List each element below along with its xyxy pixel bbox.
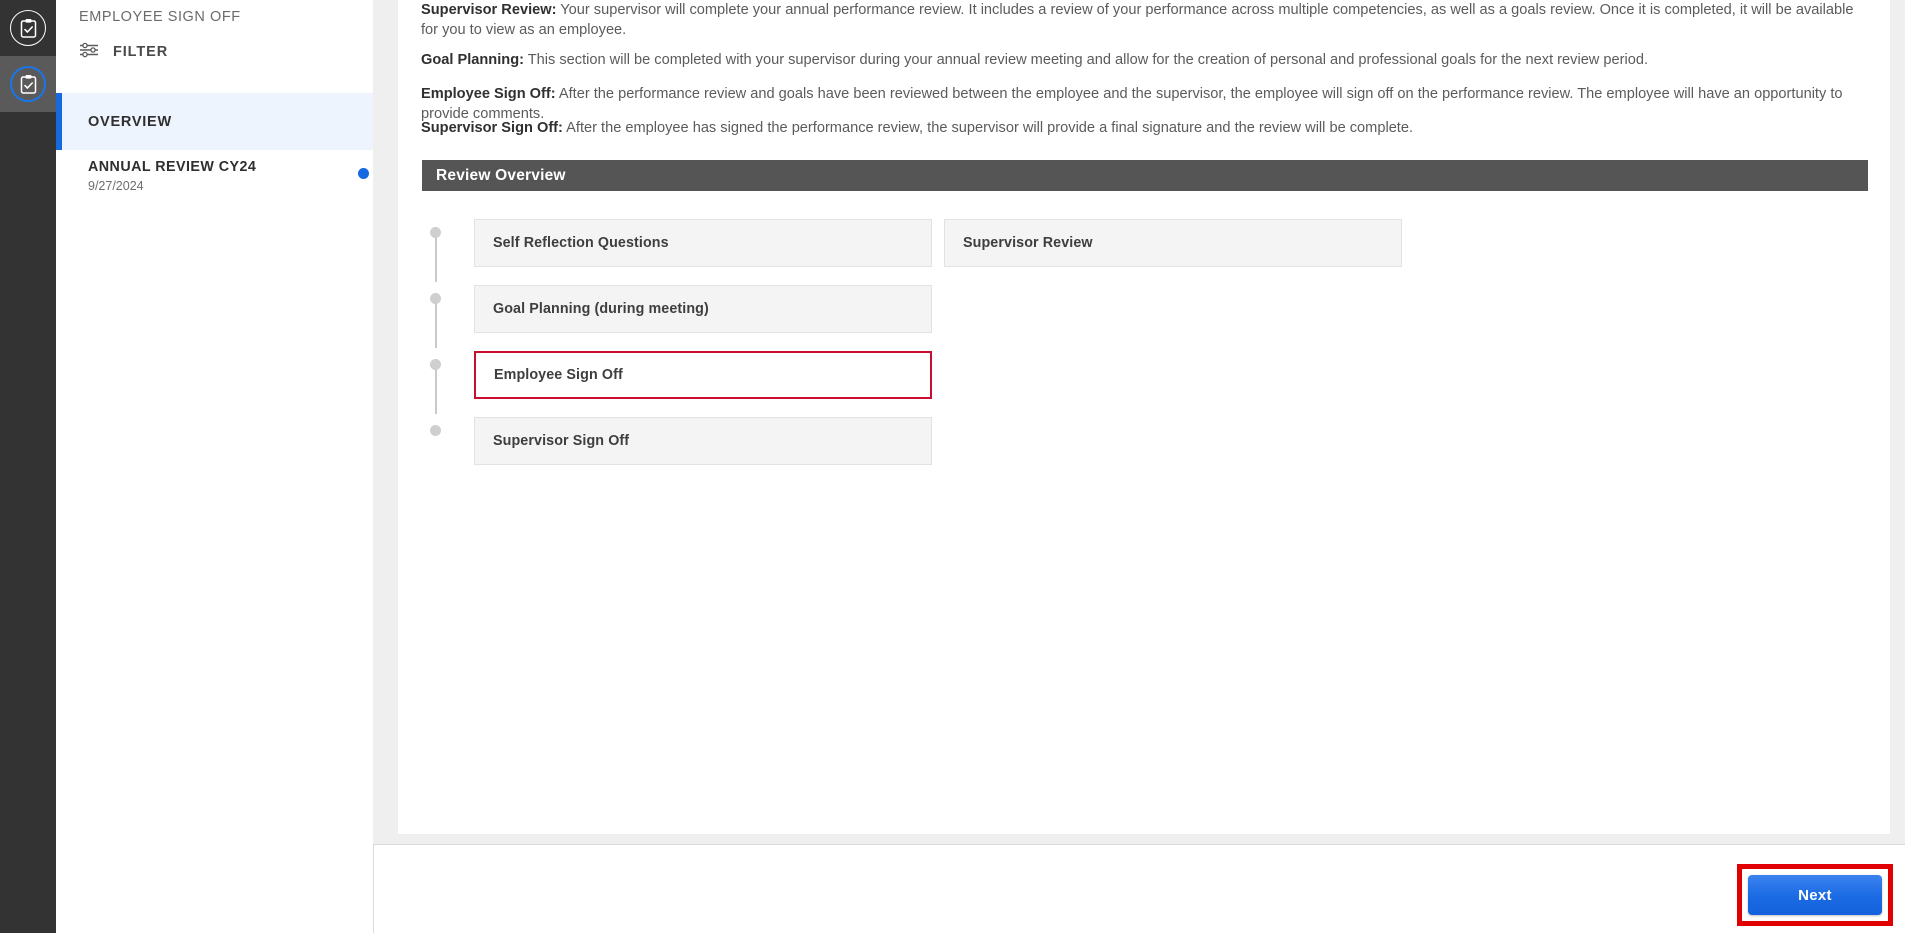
timeline-dot (430, 293, 441, 304)
paragraph-text: This section will be completed with your… (524, 52, 1648, 68)
paragraph-label: Goal Planning: (421, 52, 524, 68)
review-date: 9/27/2024 (88, 179, 144, 193)
timeline-dot (430, 359, 441, 370)
paragraph-supervisor-sign-off: Supervisor Sign Off: After the employee … (421, 118, 1873, 138)
paragraph-label: Employee Sign Off: (421, 86, 556, 102)
paragraph-text: After the performance review and goals h… (421, 86, 1843, 122)
filter-label: FILTER (113, 44, 168, 60)
paragraph-goal-planning: Goal Planning: This section will be comp… (421, 50, 1873, 70)
filter-icon (79, 42, 100, 63)
content-bottom-strip (373, 834, 1905, 845)
paragraph-label: Supervisor Review: (421, 2, 556, 18)
app-window: EMPLOYEE SIGN OFF FILTER OVERVIEW ANNUAL… (0, 0, 1905, 933)
timeline-dot (430, 227, 441, 238)
step-card-label: Self Reflection Questions (493, 235, 669, 251)
paragraph-supervisor-review: Supervisor Review: Your supervisor will … (421, 0, 1873, 40)
paragraph-text: After the employee has signed the perfor… (563, 120, 1413, 136)
status-dot (358, 168, 369, 179)
step-card-supervisor-sign-off[interactable]: Supervisor Sign Off (474, 417, 932, 465)
paragraph-text: Your supervisor will complete your annua… (421, 2, 1853, 38)
rail-item-employee-sign-off[interactable] (0, 56, 56, 112)
sidebar-title: EMPLOYEE SIGN OFF (79, 9, 241, 25)
timeline-dot (430, 425, 441, 436)
sidebar-item-overview[interactable]: OVERVIEW (56, 93, 373, 150)
sidebar-item-label: OVERVIEW (88, 114, 172, 130)
next-button[interactable]: Next (1748, 875, 1882, 915)
filter-button[interactable]: FILTER (79, 38, 168, 66)
step-card-self-reflection-questions[interactable]: Self Reflection Questions (474, 219, 932, 267)
clipboard-check-icon (10, 10, 46, 46)
step-card-supervisor-review[interactable]: Supervisor Review (944, 219, 1402, 267)
step-card-employee-sign-off[interactable]: Employee Sign Off (474, 351, 932, 399)
step-card-label: Employee Sign Off (494, 367, 623, 383)
rail-item-reviews[interactable] (0, 0, 56, 56)
footer-sidebar-fill (56, 845, 373, 933)
step-card-label: Supervisor Sign Off (493, 433, 629, 449)
list-item-annual-review[interactable]: ANNUAL REVIEW CY24 9/27/2024 (56, 155, 373, 211)
left-icon-rail (0, 0, 56, 933)
paragraph-label: Supervisor Sign Off: (421, 120, 563, 136)
sidebar: EMPLOYEE SIGN OFF FILTER OVERVIEW ANNUAL… (56, 0, 373, 933)
step-card-label: Goal Planning (during meeting) (493, 301, 709, 317)
step-card-label: Supervisor Review (963, 235, 1093, 251)
review-title: ANNUAL REVIEW CY24 (88, 159, 256, 175)
clipboard-check-icon (10, 66, 46, 102)
step-card-goal-planning[interactable]: Goal Planning (during meeting) (474, 285, 932, 333)
section-header-label: Review Overview (436, 167, 566, 185)
section-header-review-overview: Review Overview (422, 160, 1868, 191)
footer-bar (373, 845, 1905, 933)
progress-timeline (430, 216, 442, 446)
